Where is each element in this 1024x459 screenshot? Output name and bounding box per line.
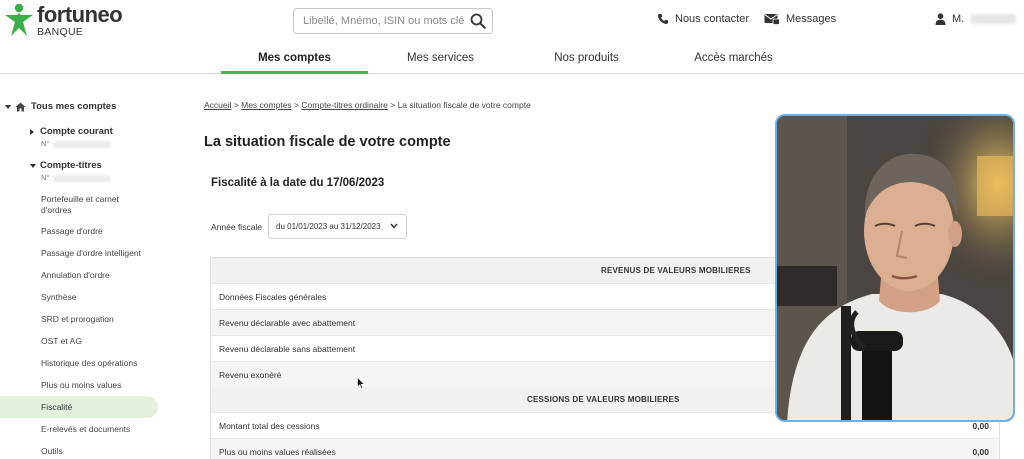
breadcrumb-separator: > — [233, 100, 239, 110]
messages-link[interactable]: Messages — [764, 13, 836, 25]
caret-right-icon — [30, 128, 34, 135]
fiscal-year-label: Année fiscale — [211, 222, 263, 232]
fiscal-year-value: du 01/01/2023 au 31/12/2023 — [276, 222, 381, 231]
tab-mes-comptes[interactable]: Mes comptes — [221, 44, 368, 74]
account-label: Compte-titres — [40, 160, 102, 171]
sidebar: Tous mes comptes Compte courant N° Compt… — [0, 74, 165, 459]
mouse-cursor-icon — [357, 377, 365, 389]
account-number: N° — [41, 173, 112, 182]
breadcrumb-separator: > — [294, 100, 300, 110]
user-name: M. — [952, 13, 965, 25]
sidebar-root-all-accounts[interactable]: Tous mes comptes — [5, 101, 116, 112]
sidebar-item-passage-ordre[interactable]: Passage d'ordre — [41, 226, 103, 237]
breadcrumb-link[interactable]: Mes comptes — [241, 100, 292, 110]
fortuneo-logo[interactable]: fortuneo BANQUE — [4, 2, 123, 38]
home-icon — [15, 102, 26, 111]
messages-label: Messages — [786, 13, 837, 25]
sidebar-item-plus-moins-values[interactable]: Plus ou moins values — [41, 380, 121, 391]
sidebar-account-titres[interactable]: Compte-titres — [30, 160, 102, 171]
row-label: Plus ou moins values réalisées — [219, 447, 336, 457]
webcam-overlay — [775, 114, 1015, 422]
sidebar-item-e-releves[interactable]: E-relevés et documents — [41, 424, 130, 435]
chevron-down-icon — [390, 223, 398, 229]
sidebar-root-label: Tous mes comptes — [31, 101, 117, 112]
row-label: Revenu déclarable sans abattement — [219, 344, 356, 354]
sidebar-item-srd[interactable]: SRD et prorogation — [41, 314, 114, 325]
row-label: Revenu déclarable avec abattement — [219, 318, 356, 328]
row-label: Montant total des cessions — [219, 421, 320, 431]
account-number: N° — [41, 139, 112, 148]
tab-acces-marches[interactable]: Accès marchés — [660, 44, 807, 74]
search-input[interactable] — [294, 9, 464, 33]
caret-down-icon — [5, 104, 11, 109]
account-label: Compte courant — [40, 126, 113, 137]
brand-subtitle: BANQUE — [37, 26, 84, 38]
presenter-video-frame — [777, 116, 1013, 420]
contact-label: Nous contacter — [675, 13, 749, 25]
user-icon — [935, 13, 946, 25]
brand-name: fortuneo — [37, 2, 123, 27]
search-icon[interactable] — [470, 13, 486, 29]
contact-link[interactable]: Nous contacter — [657, 13, 749, 25]
sidebar-item-fiscalite[interactable]: Fiscalité — [0, 396, 158, 418]
phone-icon — [658, 14, 668, 24]
tab-mes-services[interactable]: Mes services — [368, 44, 513, 74]
account-number-redacted — [53, 174, 112, 182]
fiscal-year-select[interactable]: du 01/01/2023 au 31/12/2023 — [268, 214, 407, 239]
envelope-icon — [764, 14, 780, 25]
user-name-redacted — [970, 14, 1017, 24]
breadcrumb-link[interactable]: Compte-titres ordinaire — [301, 100, 387, 110]
main-nav: Mes comptes Mes services Nos produits Ac… — [0, 44, 1024, 74]
breadcrumb-separator: > — [390, 100, 396, 110]
header: fortuneo BANQUE Nous contacter Messages … — [0, 0, 1024, 44]
account-number-redacted — [53, 140, 112, 148]
star-man-logo-icon — [5, 3, 33, 36]
caret-down-icon — [30, 163, 36, 168]
tab-nos-produits[interactable]: Nos produits — [513, 44, 660, 74]
section-subtitle: Fiscalité à la date du 17/06/2023 — [211, 177, 385, 189]
sidebar-item-portefeuille[interactable]: Portefeuille et carnet d'ordres — [41, 194, 119, 216]
page-title: La situation fiscale de votre compte — [204, 134, 451, 150]
sidebar-item-historique[interactable]: Historique des opérations — [41, 358, 137, 369]
breadcrumb-link[interactable]: Accueil — [204, 100, 231, 110]
breadcrumb: Accueil > Mes comptes > Compte-titres or… — [204, 100, 531, 110]
sidebar-item-outils[interactable]: Outils — [41, 446, 63, 457]
search-box — [293, 8, 493, 34]
row-value: 0,00 — [972, 447, 989, 457]
table-row: Plus ou moins values réalisées 0,00 — [211, 438, 999, 459]
row-label: Données Fiscales générales — [219, 292, 327, 302]
sidebar-account-courant[interactable]: Compte courant — [30, 126, 113, 137]
sidebar-item-synthese[interactable]: Synthèse — [41, 292, 76, 303]
sidebar-item-passage-ordre-intelligent[interactable]: Passage d'ordre intelligent — [41, 248, 141, 259]
sidebar-item-annulation-ordre[interactable]: Annulation d'ordre — [41, 270, 110, 281]
row-label: Revenu exonéré — [219, 370, 282, 380]
sidebar-item-ost[interactable]: OST et AG — [41, 336, 82, 347]
user-menu[interactable]: M. — [935, 13, 1017, 25]
breadcrumb-current: La situation fiscale de votre compte — [397, 100, 531, 110]
